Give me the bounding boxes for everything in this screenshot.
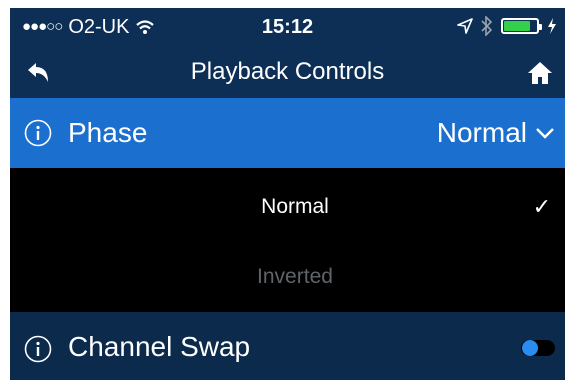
channel-swap-row: Channel Swap — [10, 312, 565, 380]
phase-dropdown: Normal ✓ Inverted — [10, 168, 565, 312]
chevron-down-icon[interactable] — [535, 126, 555, 140]
page-title: Playback Controls — [190, 58, 385, 85]
dropdown-option-normal[interactable]: Normal ✓ — [10, 172, 565, 242]
info-icon[interactable] — [24, 335, 52, 363]
navigation-bar: Playback Controls — [10, 48, 565, 98]
info-icon[interactable] — [24, 119, 52, 147]
status-bar: ●●●○○ O2-UK 15:12 — [10, 8, 565, 48]
toggle-knob — [522, 340, 538, 356]
phase-value[interactable]: Normal — [437, 116, 527, 150]
phone-screen: ●●●○○ O2-UK 15:12 Playback Controls Phas… — [10, 8, 565, 380]
checkmark-icon: ✓ — [532, 194, 551, 219]
battery-icon — [501, 18, 542, 34]
dropdown-option-inverted[interactable]: Inverted — [10, 242, 565, 312]
battery-fill — [504, 21, 530, 31]
option-label: Normal — [261, 195, 329, 218]
bluetooth-icon — [481, 16, 493, 36]
channel-swap-label: Channel Swap — [68, 331, 251, 362]
home-icon[interactable] — [527, 60, 553, 86]
phase-row[interactable]: Phase Normal — [10, 98, 565, 168]
channel-swap-toggle[interactable] — [521, 340, 555, 356]
location-arrow-icon — [457, 18, 473, 34]
phase-label: Phase — [68, 117, 148, 148]
option-label: Inverted — [257, 265, 333, 288]
status-right-group — [457, 16, 557, 36]
charging-bolt-icon — [548, 18, 556, 34]
